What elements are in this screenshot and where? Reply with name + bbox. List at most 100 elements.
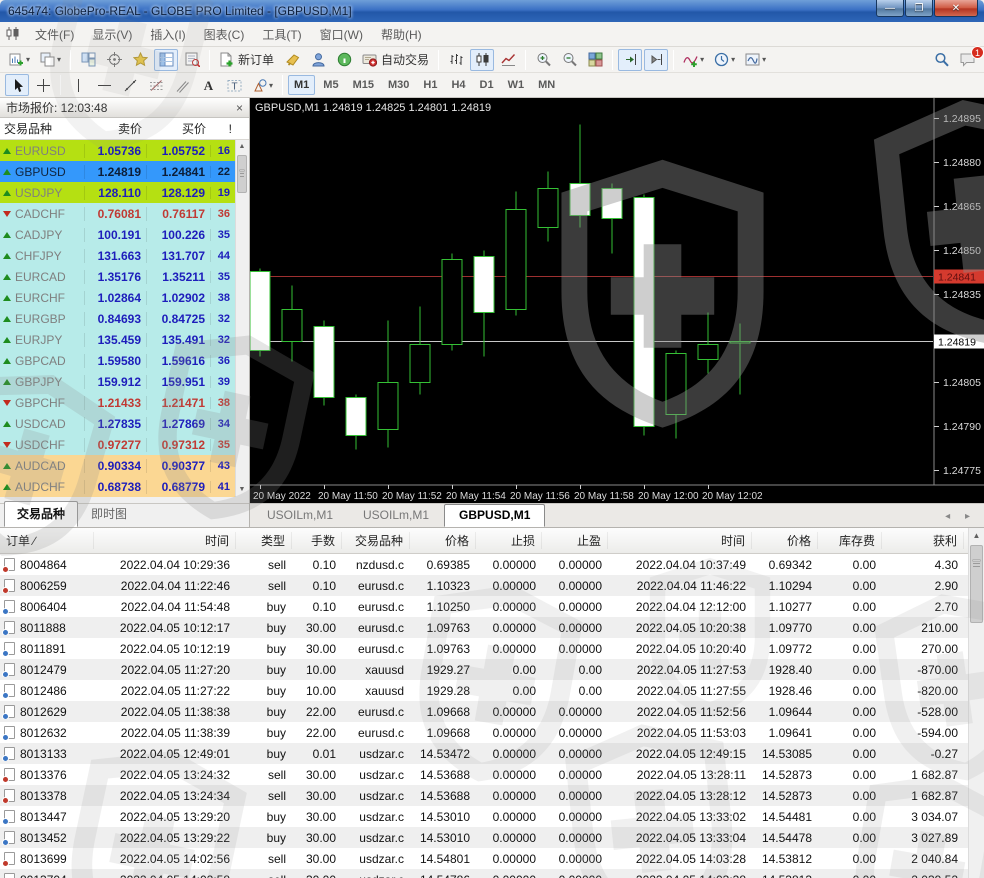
- market-watch-tab-0[interactable]: 交易品种: [4, 501, 78, 527]
- market-watch-header[interactable]: 交易品种卖价买价!: [0, 118, 249, 140]
- close-icon[interactable]: ×: [236, 101, 243, 115]
- order-row[interactable]: 80064042022.04.04 11:54:48buy0.10eurusd.…: [0, 596, 984, 617]
- panel-button[interactable]: [154, 49, 178, 71]
- close-button[interactable]: ✕: [934, 0, 978, 17]
- chart-tab-0[interactable]: USOILm,M1: [252, 504, 348, 527]
- windows-button[interactable]: [583, 49, 607, 71]
- scroll-up-icon[interactable]: ▲: [236, 140, 248, 154]
- order-row[interactable]: 80136992022.04.05 14:02:56sell30.00usdza…: [0, 848, 984, 869]
- symbol-row-eurcad[interactable]: EURCAD1.351761.3521135: [0, 266, 236, 287]
- indicator-add-button[interactable]: ▾: [679, 49, 708, 71]
- zoom-in-button[interactable]: [531, 49, 555, 71]
- symbol-row-gbpjpy[interactable]: GBPJPY159.912159.95139: [0, 371, 236, 392]
- search-button[interactable]: [929, 49, 953, 71]
- doc-plus-button[interactable]: 新订单: [215, 49, 278, 71]
- order-row[interactable]: 80133762022.04.05 13:24:32sell30.00usdza…: [0, 764, 984, 785]
- timeframe-w1-button[interactable]: W1: [502, 75, 531, 95]
- timeframe-m30-button[interactable]: M30: [382, 75, 415, 95]
- symbol-row-gbpusd[interactable]: GBPUSD1.248191.2484122: [0, 161, 236, 182]
- fibo-button[interactable]: [144, 74, 168, 96]
- timeframe-h1-button[interactable]: H1: [417, 75, 443, 95]
- news-button[interactable]: [332, 49, 356, 71]
- order-row[interactable]: 80126292022.04.05 11:38:38buy22.00eurusd…: [0, 701, 984, 722]
- orders-column-header-1[interactable]: 时间: [94, 532, 236, 549]
- tile-button[interactable]: [76, 49, 100, 71]
- orders-column-header-0[interactable]: 订单 ∕: [0, 532, 94, 549]
- restore-button[interactable]: ❐: [905, 0, 933, 17]
- symbol-row-eurjpy[interactable]: EURJPY135.459135.49132: [0, 329, 236, 350]
- menu-item-4[interactable]: 工具(T): [253, 22, 310, 47]
- menu-item-1[interactable]: 显示(V): [83, 22, 141, 47]
- menu-item-5[interactable]: 窗口(W): [311, 22, 372, 47]
- orders-column-header-4[interactable]: 交易品种: [342, 532, 410, 549]
- orders-column-header-6[interactable]: 止损: [476, 532, 542, 549]
- alert-button[interactable]: [280, 49, 304, 71]
- hline-button[interactable]: [92, 74, 116, 96]
- order-row[interactable]: 80137042022.04.05 14:02:58sell30.00usdza…: [0, 869, 984, 878]
- menu-item-6[interactable]: 帮助(H): [372, 22, 431, 47]
- order-row[interactable]: 80062592022.04.04 11:22:46sell0.10eurusd…: [0, 575, 984, 596]
- order-row[interactable]: 80124862022.04.05 11:27:22buy10.00xauusd…: [0, 680, 984, 701]
- label-t-button[interactable]: T: [222, 74, 246, 96]
- cursor-button[interactable]: [5, 74, 29, 96]
- scrollbar-thumb[interactable]: [237, 155, 247, 193]
- clock-button[interactable]: ▾: [710, 49, 739, 71]
- linechart-button[interactable]: [496, 49, 520, 71]
- order-row[interactable]: 80118882022.04.05 10:12:17buy30.00eurusd…: [0, 617, 984, 638]
- template-button[interactable]: ▾: [741, 49, 770, 71]
- timeframe-m1-button[interactable]: M1: [288, 75, 315, 95]
- symbol-row-cadchf[interactable]: CADCHF0.760810.7611736: [0, 203, 236, 224]
- order-row[interactable]: 80134472022.04.05 13:29:20buy30.00usdzar…: [0, 806, 984, 827]
- shift-end-button[interactable]: [618, 49, 642, 71]
- menu-item-3[interactable]: 图表(C): [195, 22, 254, 47]
- timeframe-d1-button[interactable]: D1: [474, 75, 500, 95]
- column-header-2[interactable]: 买价: [146, 120, 210, 137]
- text-a-button[interactable]: A: [196, 74, 220, 96]
- title-bar[interactable]: 645474: GlobePro-REAL - GLOBE PRO Limite…: [0, 0, 984, 22]
- symbol-row-eurgbp[interactable]: EURGBP0.846930.8472532: [0, 308, 236, 329]
- orders-column-header-2[interactable]: 类型: [236, 532, 292, 549]
- chart-tab-1[interactable]: USOILm,M1: [348, 504, 444, 527]
- symbol-row-eurusd[interactable]: EURUSD1.057361.0575216: [0, 140, 236, 161]
- order-row[interactable]: 80118912022.04.05 10:12:19buy30.00eurusd…: [0, 638, 984, 659]
- symbol-row-gbpchf[interactable]: GBPCHF1.214331.2147138: [0, 392, 236, 413]
- column-header-3[interactable]: !: [210, 122, 236, 136]
- timeframe-mn-button[interactable]: MN: [532, 75, 561, 95]
- symbol-row-chfjpy[interactable]: CHFJPY131.663131.70744: [0, 245, 236, 266]
- scrollbar-thumb[interactable]: [970, 545, 983, 623]
- channel-button[interactable]: [170, 74, 194, 96]
- market-watch-titlebar[interactable]: 市场报价: 12:03:48 ×: [0, 98, 249, 118]
- scroll-up-icon[interactable]: ▲: [969, 528, 984, 544]
- orders-column-header-8[interactable]: 时间: [608, 532, 752, 549]
- timeframe-h4-button[interactable]: H4: [445, 75, 471, 95]
- vline-button[interactable]: [66, 74, 90, 96]
- orders-column-header-9[interactable]: 价格: [752, 532, 818, 549]
- market-watch-scrollbar[interactable]: ▲ ▼: [235, 140, 248, 497]
- autotrade-button[interactable]: 自动交易: [358, 49, 433, 71]
- timeframe-m15-button[interactable]: M15: [347, 75, 380, 95]
- shift-auto-button[interactable]: [644, 49, 668, 71]
- shapes-button[interactable]: ▾: [248, 74, 277, 96]
- tline-button[interactable]: [118, 74, 142, 96]
- symbol-row-usdcad[interactable]: USDCAD1.278351.2786934: [0, 413, 236, 434]
- chart-plus-button[interactable]: ▾: [5, 49, 34, 71]
- orders-column-header-5[interactable]: 价格: [410, 532, 476, 549]
- chart-tab-scroll-arrows[interactable]: ◂ ▸: [937, 511, 984, 527]
- order-row[interactable]: 80126322022.04.05 11:38:39buy22.00eurusd…: [0, 722, 984, 743]
- symbol-row-audchf[interactable]: AUDCHF0.687380.6877941: [0, 476, 236, 497]
- minimize-button[interactable]: —: [876, 0, 904, 17]
- symbol-row-usdchf[interactable]: USDCHF0.972770.9731235: [0, 434, 236, 455]
- market-watch-tab-1[interactable]: 即时图: [78, 501, 140, 527]
- orders-column-header-11[interactable]: 获利: [882, 532, 964, 549]
- column-header-1[interactable]: 卖价: [84, 120, 146, 137]
- orders-column-header-3[interactable]: 手数: [292, 532, 342, 549]
- layout-button[interactable]: ▾: [36, 49, 65, 71]
- order-row[interactable]: 80124792022.04.05 11:27:20buy10.00xauusd…: [0, 659, 984, 680]
- symbol-row-gbpcad[interactable]: GBPCAD1.595801.5961636: [0, 350, 236, 371]
- price-chart[interactable]: 1.248951.248801.248651.248501.248351.248…: [250, 98, 984, 503]
- chat-button[interactable]: 1: [955, 49, 979, 71]
- orders-column-header-7[interactable]: 止盈: [542, 532, 608, 549]
- target-button[interactable]: [102, 49, 126, 71]
- zoom-out-button[interactable]: [557, 49, 581, 71]
- candles-button[interactable]: [470, 49, 494, 71]
